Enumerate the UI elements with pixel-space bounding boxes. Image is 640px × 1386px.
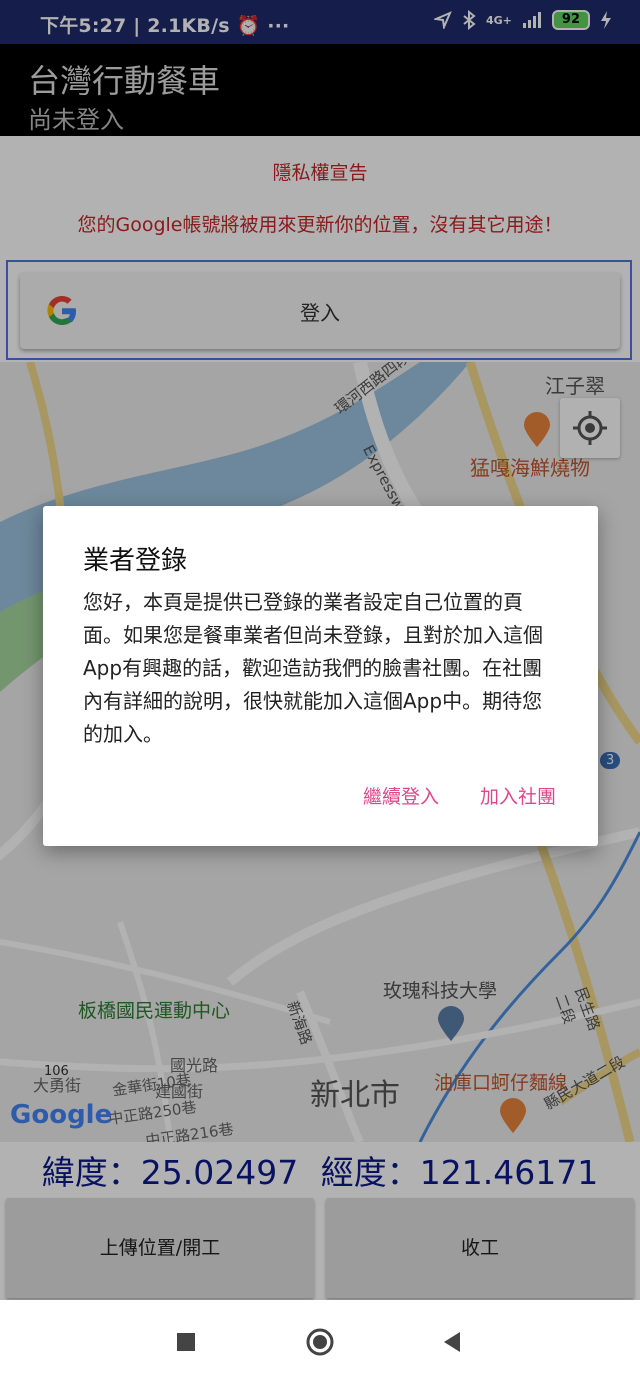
join-group-button[interactable]: 加入社團 — [480, 782, 556, 809]
back-triangle-icon[interactable] — [432, 1322, 472, 1362]
dialog-message: 您好，本頁是提供已登錄的業者設定自己位置的頁面。如果您是餐車業者但尚未登錄，且對… — [83, 590, 543, 746]
vendor-registration-dialog: 業者登錄 您好，本頁是提供已登錄的業者設定自己位置的頁面。如果您是餐車業者但尚未… — [43, 506, 598, 846]
navigation-bar — [0, 1300, 640, 1386]
square-icon[interactable] — [166, 1322, 206, 1362]
circle-icon[interactable] — [300, 1322, 340, 1362]
continue-login-button[interactable]: 繼續登入 — [363, 782, 439, 809]
dialog-title: 業者登錄 — [83, 546, 188, 576]
